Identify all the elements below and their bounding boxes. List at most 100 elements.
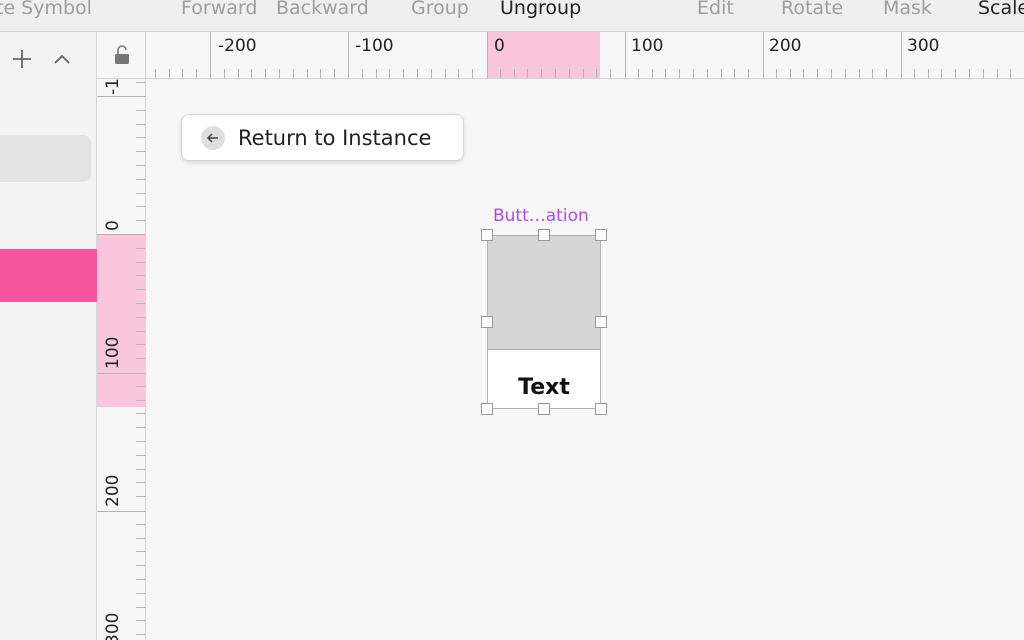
backward-button[interactable]: Backward — [276, 0, 369, 19]
resize-handle-top-left[interactable] — [481, 229, 493, 241]
ruler-minor-tick — [638, 69, 639, 78]
ruler-minor-tick — [279, 69, 280, 78]
ruler-minor-tick — [472, 69, 473, 78]
ruler-minor-tick — [734, 69, 735, 78]
ruler-minor-tick — [136, 82, 145, 83]
rotate-button[interactable]: Rotate — [781, 0, 843, 19]
ruler-minor-tick — [136, 386, 145, 387]
ruler-minor-tick — [679, 69, 680, 78]
resize-handle-bottom-left[interactable] — [481, 403, 493, 415]
ruler-label: 200 — [103, 474, 123, 507]
ruler-minor-tick — [555, 69, 556, 78]
ruler-minor-tick — [136, 151, 145, 152]
ruler-minor-tick — [136, 248, 145, 249]
ruler-minor-tick — [136, 538, 145, 539]
ruler-minor-tick — [136, 469, 145, 470]
ruler-minor-tick — [707, 69, 708, 78]
ruler-minor-tick — [817, 69, 818, 78]
chevron-up-icon[interactable] — [52, 50, 72, 74]
layer-row-selected[interactable] — [0, 249, 97, 302]
ruler-major-tick — [210, 32, 211, 78]
ruler-minor-tick — [803, 69, 804, 78]
ruler-minor-tick — [872, 69, 873, 78]
ruler-minor-tick — [224, 69, 225, 78]
ruler-minor-tick — [136, 331, 145, 332]
ruler-minor-tick — [136, 193, 145, 194]
resize-handle-bottom[interactable] — [538, 403, 550, 415]
ruler-minor-tick — [955, 69, 956, 78]
resize-handle-bottom-right[interactable] — [595, 403, 607, 415]
ruler-label: 200 — [769, 36, 802, 56]
ruler-minor-tick — [136, 317, 145, 318]
ruler-major-tick — [487, 32, 488, 78]
ruler-minor-tick — [136, 400, 145, 401]
ruler-minor-tick — [136, 220, 145, 221]
ruler-minor-tick — [776, 69, 777, 78]
ruler-minor-tick — [665, 69, 666, 78]
resize-handle-top[interactable] — [538, 229, 550, 241]
create-symbol-button[interactable]: te Symbol — [0, 0, 92, 19]
ruler-minor-tick — [136, 551, 145, 552]
mask-button[interactable]: Mask — [883, 0, 932, 19]
ruler-minor-tick — [196, 69, 197, 78]
ruler-minor-tick — [569, 69, 570, 78]
ruler-minor-tick — [997, 69, 998, 78]
ruler-major-tick — [901, 32, 902, 78]
edit-button[interactable]: Edit — [697, 0, 734, 19]
ruler-label: 100 — [103, 336, 123, 369]
resize-handle-right[interactable] — [595, 316, 607, 328]
ruler-minor-tick — [500, 69, 501, 78]
return-button-label: Return to Instance — [238, 125, 432, 150]
artboard-title[interactable]: Butt…ation — [493, 206, 589, 226]
ruler-minor-tick — [886, 69, 887, 78]
ruler-minor-tick — [136, 524, 145, 525]
ruler-minor-tick — [445, 69, 446, 78]
ruler-minor-tick — [431, 69, 432, 78]
ruler-minor-tick — [983, 69, 984, 78]
resize-handle-top-right[interactable] — [595, 229, 607, 241]
ruler-minor-tick — [389, 69, 390, 78]
ruler-minor-tick — [136, 262, 145, 263]
ruler-minor-tick — [403, 69, 404, 78]
layer-row-hover[interactable] — [0, 135, 91, 182]
add-icon[interactable] — [11, 48, 33, 74]
ruler-label: -100 — [355, 36, 394, 56]
resize-handle-left[interactable] — [481, 316, 493, 328]
ruler-minor-tick — [136, 206, 145, 207]
ruler-minor-tick — [136, 179, 145, 180]
scale-button[interactable]: Scale — [978, 0, 1024, 19]
ruler-minor-tick — [136, 124, 145, 125]
ruler-major-tick — [97, 373, 145, 374]
forward-button[interactable]: Forward — [181, 0, 257, 19]
ruler-minor-tick — [136, 455, 145, 456]
vertical-ruler[interactable]: -1 0 100 200 300 — [97, 79, 146, 640]
ruler-label: 100 — [631, 36, 664, 56]
ruler-minor-tick — [417, 69, 418, 78]
ruler-minor-tick — [376, 69, 377, 78]
ruler-minor-tick — [136, 441, 145, 442]
ruler-minor-tick — [610, 69, 611, 78]
ruler-minor-tick — [136, 344, 145, 345]
ruler-label: -200 — [218, 36, 257, 56]
layers-sidebar — [0, 32, 97, 640]
ruler-minor-tick — [136, 634, 145, 635]
ruler-minor-tick — [334, 69, 335, 78]
return-to-instance-button[interactable]: Return to Instance — [181, 114, 464, 161]
arrow-left-icon — [201, 125, 225, 150]
ruler-minor-tick — [527, 69, 528, 78]
ruler-minor-tick — [136, 165, 145, 166]
lock-icon[interactable] — [114, 44, 130, 70]
ruler-label: 0 — [103, 220, 123, 231]
ungroup-button[interactable]: Ungroup — [500, 0, 581, 19]
ruler-minor-tick — [596, 69, 597, 78]
ruler-minor-tick — [1010, 69, 1011, 78]
group-button[interactable]: Group — [411, 0, 469, 19]
horizontal-ruler[interactable]: -200 -100 0 100 200 300 — [146, 32, 1024, 79]
ruler-minor-tick — [458, 69, 459, 78]
ruler-minor-tick — [265, 69, 266, 78]
ruler-minor-tick — [136, 607, 145, 608]
ruler-label: 300 — [103, 612, 123, 640]
ruler-selection-highlight — [97, 234, 145, 407]
ruler-minor-tick — [136, 482, 145, 483]
ruler-label: 300 — [907, 36, 940, 56]
